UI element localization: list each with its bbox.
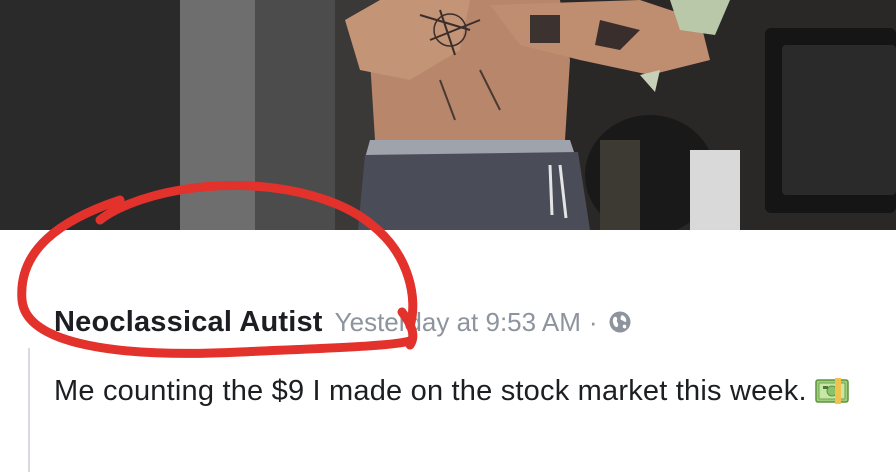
post-text: Me counting the $9 I made on the stock m… (54, 370, 874, 412)
author-name[interactable]: Neoclassical Autist (54, 306, 323, 339)
globe-icon[interactable] (608, 310, 632, 334)
post-meta: Neoclassical Autist Yesterday at 9:53 AM… (54, 300, 632, 344)
meta-separator: · (588, 306, 598, 337)
post-timestamp[interactable]: Yesterday at 9:53 AM (335, 307, 581, 338)
post-text-content: Me counting the $9 I made on the stock m… (54, 375, 807, 407)
post-body: Neoclassical Autist Yesterday at 9:53 AM… (0, 230, 896, 472)
money-with-wings-icon (814, 376, 849, 406)
quote-bar (28, 348, 30, 472)
photo-illustration (0, 0, 896, 230)
post-photo[interactable] (0, 0, 896, 230)
